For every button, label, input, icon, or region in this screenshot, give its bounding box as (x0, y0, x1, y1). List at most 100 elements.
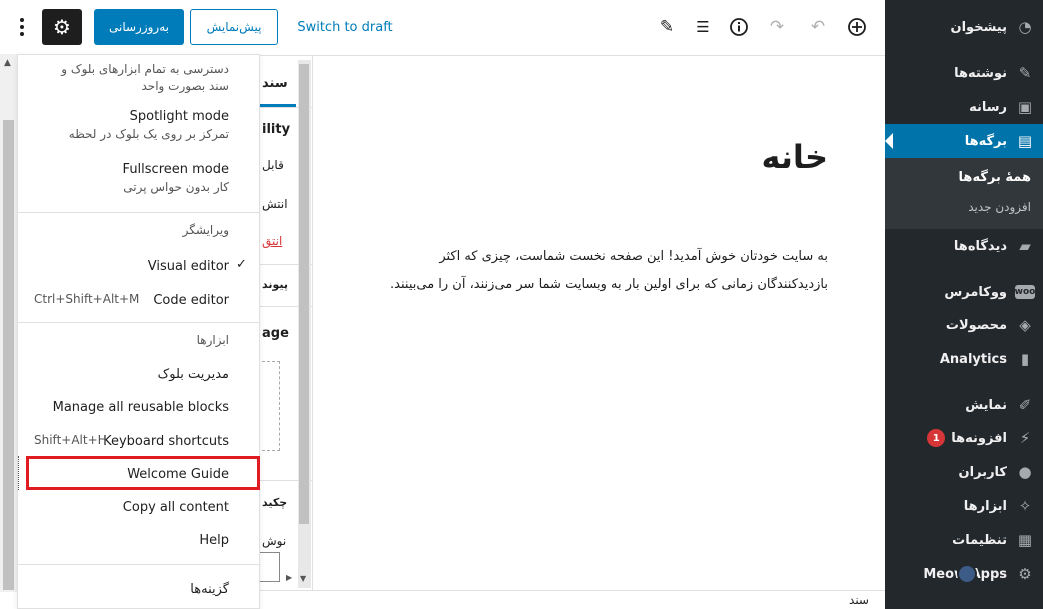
highlight-annotation-box (26, 456, 260, 490)
pages-icon: ▤ (1017, 132, 1033, 150)
fullscreen-mode-option[interactable]: Fullscreen mode کار بدون حواس پرتی (18, 161, 259, 196)
menu-item-woocommerce[interactable]: woo ووکامرس (885, 275, 1043, 309)
menu-item-posts[interactable]: ✎ نوشته‌ها (885, 56, 1043, 90)
paragraph-block[interactable]: به سایت خودتان خوش آمدید! این صفحه نخست … (378, 243, 828, 299)
redo-icon[interactable]: ↷ (764, 14, 790, 40)
scrollbar-thumb[interactable] (3, 120, 14, 590)
preview-button[interactable]: پیش‌نمایش (190, 9, 278, 45)
menu-label: محصولات (945, 317, 1007, 333)
menu-scrollbar[interactable] (0, 54, 17, 592)
editor-canvas: خانه به سایت خودتان خوش آمدید! این صفحه … (312, 56, 885, 590)
option-label: مدیریت بلوک (157, 366, 229, 382)
settings-row: انتش (262, 197, 288, 211)
top-toolbar-option[interactable]: دسترسی به تمام ابزارهای بلوک و سند بصورت… (18, 61, 259, 95)
tools-icon: ✧ (1018, 497, 1032, 515)
settings-toggle-button[interactable]: ⚙ (42, 9, 82, 45)
submenu-add-new[interactable]: افزودن جدید (968, 200, 1031, 214)
menu-item-media[interactable]: ▣ رسانه (885, 90, 1043, 124)
menu-item-appearance[interactable]: ✐ نمایش (885, 388, 1043, 422)
dot-icon (20, 32, 24, 36)
scrollbar-thumb[interactable] (299, 64, 309, 524)
option-label: Keyboard shortcuts (103, 433, 229, 449)
plugins-icon: ⚡ (1019, 429, 1031, 447)
menu-item-dashboard[interactable]: ◔ پیشخوان (885, 10, 1043, 44)
users-icon: ● (1018, 463, 1032, 481)
breadcrumb[interactable]: سند (849, 593, 869, 607)
option-label: گزینه‌ها (190, 581, 229, 597)
more-options-menu: دسترسی به تمام ابزارهای بلوک و سند بصورت… (17, 54, 260, 609)
move-to-trash-link[interactable]: انتق (262, 234, 282, 248)
pin-icon: ✎ (1018, 64, 1032, 82)
settings-scrollbar[interactable]: ▼ (298, 60, 311, 588)
menu-label: پیشخوان (950, 19, 1008, 35)
info-icon[interactable] (726, 14, 752, 40)
avatar (957, 564, 977, 584)
permalink-heading[interactable]: پیوند (262, 278, 288, 291)
scroll-right-icon[interactable]: ▶ (286, 573, 292, 582)
update-button[interactable]: به‌روزرسانی (94, 9, 184, 45)
products-icon: ◈ (1019, 316, 1031, 334)
option-label: Help (199, 532, 229, 548)
pages-submenu: همهٔ برگه‌ها افزودن جدید (885, 158, 1043, 229)
menu-label: دیدگاه‌ها (953, 238, 1007, 254)
more-options-button[interactable] (10, 12, 34, 42)
menu-label: افزونه‌ها (951, 430, 1007, 446)
menu-item-settings[interactable]: ▦ تنظیمات (885, 523, 1043, 557)
option-label: Code editor (153, 292, 229, 308)
option-description: دسترسی به تمام ابزارهای بلوک و سند بصورت… (61, 62, 229, 93)
help-option[interactable]: Help (18, 529, 259, 551)
submenu-all-pages[interactable]: همهٔ برگه‌ها (959, 170, 1031, 185)
menu-item-comments[interactable]: ▰ دیدگاه‌ها (885, 229, 1043, 263)
menu-label: برگه‌ها (964, 133, 1007, 149)
menu-item-products[interactable]: ◈ محصولات (885, 308, 1043, 342)
tab-document[interactable]: سند (262, 76, 288, 91)
spotlight-mode-option[interactable]: Spotlight mode تمرکز بر روی یک بلوک در ل… (18, 108, 259, 143)
dashboard-icon: ◔ (1018, 18, 1032, 36)
menu-label: رسانه (969, 99, 1007, 115)
menu-item-pages[interactable]: ▤ برگه‌ها (885, 124, 1043, 158)
visual-editor-option[interactable]: Visual editor (18, 255, 259, 277)
option-label: Manage all reusable blocks (52, 399, 229, 415)
featured-image-heading[interactable]: age (262, 326, 289, 341)
undo-icon[interactable]: ↶ (805, 14, 831, 40)
outline-list-icon[interactable]: ☰ (690, 14, 716, 40)
media-icon: ▣ (1017, 98, 1033, 116)
scroll-down-icon[interactable]: ▼ (300, 574, 306, 583)
option-description: تمرکز بر روی یک بلوک در لحظه (68, 127, 229, 141)
menu-label: کاربران (958, 464, 1007, 480)
editor-group-label: ویرایشگر (182, 223, 229, 237)
woocommerce-icon: woo (1014, 285, 1036, 299)
update-count-badge: 1 (927, 429, 946, 447)
menu-item-tools[interactable]: ✧ ابزارها (885, 489, 1043, 523)
add-block-icon[interactable] (844, 14, 870, 40)
option-description: کار بدون حواس پرتی (123, 180, 229, 194)
preferences-option[interactable]: گزینه‌ها (18, 578, 259, 600)
visibility-heading[interactable]: ility (262, 122, 290, 137)
shortcut-hint: Ctrl+Shift+Alt+M (34, 292, 140, 306)
menu-item-analytics[interactable]: ▮ Analytics (885, 342, 1043, 376)
excerpt-textarea[interactable] (260, 552, 280, 582)
divider (18, 564, 259, 565)
page-title[interactable]: خانه (762, 138, 829, 176)
settings-icon: ▦ (1017, 531, 1033, 549)
copy-all-content-option[interactable]: Copy all content (18, 496, 259, 518)
tools-group-label: ابزارها (196, 333, 229, 347)
menu-item-meow-apps[interactable]: ⚙ Meow Apps (885, 557, 1043, 591)
block-manager-option[interactable]: مدیریت بلوک (18, 363, 259, 385)
divider (18, 322, 259, 323)
menu-label: نمایش (965, 397, 1007, 413)
manage-reusable-blocks-option[interactable]: Manage all reusable blocks (18, 396, 259, 418)
excerpt-heading[interactable]: چکید (262, 496, 287, 509)
comments-icon: ▰ (1019, 237, 1031, 255)
checkmark-icon: ✓ (236, 257, 247, 272)
switch-to-draft-button[interactable]: Switch to draft (295, 9, 395, 45)
divider (18, 212, 259, 213)
menu-item-users[interactable]: ● کاربران (885, 455, 1043, 489)
featured-image-dropzone[interactable] (262, 361, 280, 451)
menu-item-plugins[interactable]: ⚡ افزونه‌ها 1 (885, 421, 1043, 455)
edit-tools-icon[interactable]: ✎ (654, 14, 680, 40)
dot-icon (20, 18, 24, 22)
menu-label: ابزارها (963, 498, 1007, 514)
focus-outline (18, 456, 26, 490)
scroll-up-icon[interactable]: ▲ (4, 58, 11, 68)
